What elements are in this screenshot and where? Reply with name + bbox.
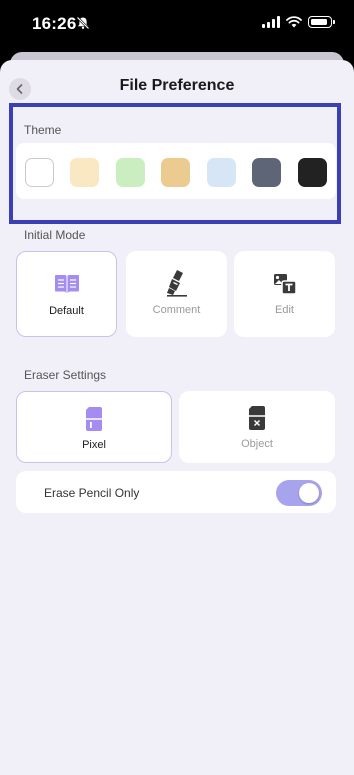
theme-swatch-black[interactable] bbox=[298, 158, 327, 187]
erase-pencil-only-toggle[interactable] bbox=[276, 480, 322, 506]
cellular-signal-icon bbox=[262, 16, 280, 28]
pixel-eraser-icon bbox=[86, 407, 102, 431]
mode-comment-card[interactable]: Comment bbox=[126, 251, 227, 337]
bell-slash-icon bbox=[76, 16, 90, 30]
mode-edit-card[interactable]: Edit bbox=[234, 251, 335, 337]
object-eraser-icon bbox=[249, 406, 265, 430]
theme-swatch-light-blue[interactable] bbox=[207, 158, 236, 187]
open-book-icon bbox=[54, 275, 79, 293]
page-title: File Preference bbox=[119, 77, 235, 94]
initial-mode-label: Initial Mode bbox=[24, 228, 86, 242]
battery-icon bbox=[308, 16, 335, 28]
theme-swatch-tan[interactable] bbox=[161, 158, 190, 187]
text-edit-icon bbox=[273, 274, 297, 295]
mode-default-card[interactable]: Default bbox=[16, 251, 117, 337]
eraser-object-card[interactable]: Object bbox=[179, 391, 335, 463]
erase-pencil-only-label: Erase Pencil Only bbox=[44, 486, 140, 500]
mode-comment-label: Comment bbox=[152, 304, 201, 316]
eraser-settings-label: Eraser Settings bbox=[24, 368, 107, 382]
eraser-pixel-label: Pixel bbox=[82, 439, 106, 451]
wifi-icon bbox=[286, 16, 302, 28]
status-time: 16:26 bbox=[32, 14, 77, 33]
erase-pencil-only-row: Erase Pencil Only bbox=[16, 471, 336, 513]
theme-swatch-white[interactable] bbox=[25, 158, 54, 187]
theme-swatch-cream[interactable] bbox=[70, 158, 99, 187]
highlighter-icon bbox=[166, 270, 187, 297]
eraser-object-label: Object bbox=[241, 438, 273, 450]
eraser-pixel-card[interactable]: Pixel bbox=[16, 391, 172, 463]
toggle-knob bbox=[299, 483, 319, 503]
status-bar: 16:26 bbox=[0, 0, 354, 50]
mode-edit-label: Edit bbox=[275, 304, 294, 316]
theme-label: Theme bbox=[24, 123, 62, 137]
theme-swatch-slate[interactable] bbox=[252, 158, 281, 187]
mode-default-label: Default bbox=[49, 305, 84, 317]
theme-swatch-light-green[interactable] bbox=[116, 158, 145, 187]
